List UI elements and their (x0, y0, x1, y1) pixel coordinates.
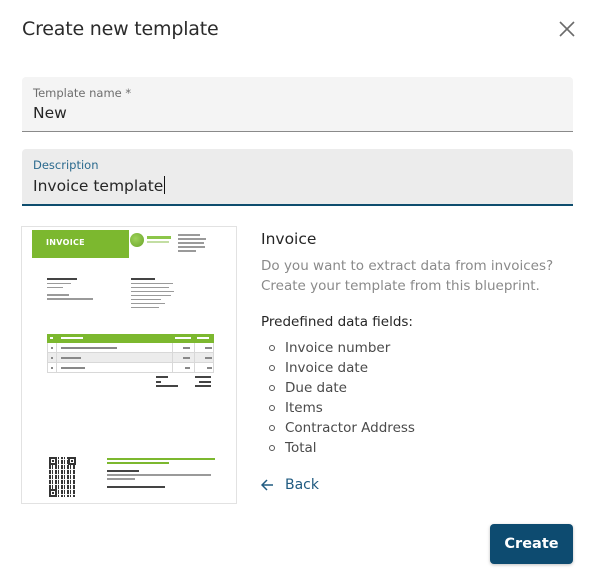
blueprint-title: Invoice (261, 230, 317, 248)
close-icon (559, 21, 575, 37)
list-item: Invoice date (261, 358, 581, 378)
totals-labels (156, 376, 180, 390)
back-button[interactable]: Back (261, 477, 319, 493)
dialog-header: Create new template (22, 14, 582, 44)
dialog-title: Create new template (22, 18, 219, 40)
field-label: Contractor Address (285, 420, 415, 436)
field-label: Due date (285, 380, 347, 396)
items-table-row (47, 343, 214, 353)
back-label: Back (285, 477, 319, 493)
items-table-row (47, 353, 214, 363)
field-label: Invoice number (285, 340, 391, 356)
footer-info-block (107, 458, 217, 490)
list-item: Total (261, 438, 581, 458)
customer-address-block (47, 278, 97, 302)
description-label: Description (33, 158, 99, 172)
blueprint-description: Do you want to extract data from invoice… (261, 256, 581, 296)
bullet-icon (269, 425, 275, 431)
qr-code (49, 457, 76, 497)
bullet-icon (269, 385, 275, 391)
company-logo-icon (130, 233, 144, 247)
list-item: Contractor Address (261, 418, 581, 438)
list-item: Due date (261, 378, 581, 398)
template-name-label: Template name * (33, 86, 132, 100)
template-name-input[interactable]: New (33, 104, 67, 122)
field-label: Items (285, 400, 323, 416)
items-table-header (47, 334, 214, 343)
invoice-header-band: INVOICE (32, 230, 129, 258)
bullet-icon (269, 405, 275, 411)
invoice-preview-title: INVOICE (46, 238, 85, 247)
items-table-row (47, 363, 214, 373)
text-caret (164, 176, 166, 194)
field-label: Total (285, 440, 317, 456)
bank-details-block (131, 278, 181, 311)
description-input[interactable]: Invoice template (33, 176, 166, 195)
close-button[interactable] (556, 18, 578, 40)
list-item: Items (261, 398, 581, 418)
company-logo-text (147, 236, 171, 239)
bullet-icon (269, 445, 275, 451)
list-item: Invoice number (261, 338, 581, 358)
totals-values (195, 376, 215, 390)
blueprint-info: Invoice Do you want to extract data from… (261, 228, 581, 458)
template-name-field[interactable]: Template name * New (22, 77, 573, 132)
arrow-left-icon (261, 479, 273, 491)
company-logo-subtext (147, 241, 169, 243)
blueprint-description-line-1: Do you want to extract data from invoice… (261, 258, 554, 274)
invoice-items-table (47, 334, 214, 373)
create-button[interactable]: Create (490, 524, 573, 564)
field-label: Invoice date (285, 360, 368, 376)
predefined-fields-heading: Predefined data fields: (261, 314, 413, 330)
predefined-fields-list: Invoice number Invoice date Due date Ite… (261, 338, 581, 458)
invoice-preview-thumbnail: INVOICE (21, 226, 237, 504)
description-field[interactable]: Description Invoice template (22, 149, 573, 206)
bullet-icon (269, 345, 275, 351)
blueprint-description-line-2: Create your template from this blueprint… (261, 278, 540, 294)
description-value: Invoice template (33, 177, 164, 195)
bullet-icon (269, 365, 275, 371)
company-address-block (178, 234, 208, 254)
